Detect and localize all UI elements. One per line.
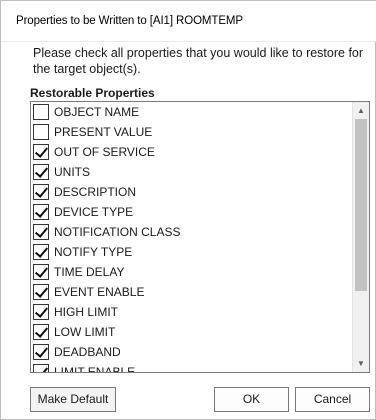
property-label: EVENT ENABLE	[54, 285, 145, 299]
property-row[interactable]: OBJECT NAME	[31, 102, 353, 122]
property-row[interactable]: HIGH LIMIT	[31, 302, 353, 322]
property-checkbox[interactable]	[33, 244, 49, 260]
scroll-down-arrow-icon[interactable]: ▼	[353, 355, 369, 372]
property-checkbox[interactable]	[33, 304, 49, 320]
ok-button[interactable]: OK	[214, 387, 289, 412]
property-label: HIGH LIMIT	[54, 305, 119, 319]
property-checkbox[interactable]	[33, 344, 49, 360]
property-row[interactable]: OUT OF SERVICE	[31, 142, 353, 162]
property-checkbox[interactable]	[33, 144, 49, 160]
property-label: UNITS	[54, 165, 90, 179]
restorable-properties-list[interactable]: OBJECT NAME PRESENT VALUE OUT OF SERVICE UN…	[30, 101, 370, 373]
property-checkbox[interactable]	[33, 204, 49, 220]
property-row[interactable]: DEVICE TYPE	[31, 202, 353, 222]
property-row[interactable]: EVENT ENABLE	[31, 282, 353, 302]
instructions-text: Please check all properties that you wou…	[33, 46, 364, 76]
property-row[interactable]: NOTIFY TYPE	[31, 242, 353, 262]
property-label: NOTIFY TYPE	[54, 245, 133, 259]
property-checkbox[interactable]	[33, 264, 49, 280]
property-label: DEADBAND	[54, 345, 121, 359]
property-label: OBJECT NAME	[54, 105, 140, 119]
property-row[interactable]: NOTIFICATION CLASS	[31, 222, 353, 242]
property-checkbox[interactable]	[33, 284, 49, 300]
property-row[interactable]: LIMIT ENABLE	[31, 362, 353, 373]
property-label: OUT OF SERVICE	[54, 145, 155, 159]
cancel-button[interactable]: Cancel	[295, 387, 370, 412]
property-checkbox[interactable]	[33, 184, 49, 200]
property-label: PRESENT VALUE	[54, 125, 153, 139]
property-row[interactable]: UNITS	[31, 162, 353, 182]
property-row[interactable]: PRESENT VALUE	[31, 122, 353, 142]
property-checkbox[interactable]	[33, 364, 49, 372]
property-row[interactable]: TIME DELAY	[31, 262, 353, 282]
property-row[interactable]: DEADBAND	[31, 342, 353, 362]
property-checkbox[interactable]	[33, 104, 49, 120]
window-title: Properties to be Written to [AI1] ROOMTE…	[16, 15, 243, 27]
scrollbar-thumb[interactable]	[355, 119, 367, 291]
property-checkbox[interactable]	[33, 224, 49, 240]
property-checkbox[interactable]	[33, 124, 49, 140]
property-row[interactable]: DESCRIPTION	[31, 182, 353, 202]
property-row[interactable]: LOW LIMIT	[31, 322, 353, 342]
properties-dialog: Properties to be Written to [AI1] ROOMTE…	[0, 0, 376, 420]
property-label: LIMIT ENABLE	[54, 365, 136, 373]
restorable-properties-label: Restorable Properties	[30, 86, 155, 100]
property-label: NOTIFICATION CLASS	[54, 225, 181, 239]
make-default-button[interactable]: Make Default	[30, 387, 116, 412]
property-label: DESCRIPTION	[54, 185, 137, 199]
list-scrollbar[interactable]: ▲ ▼	[352, 102, 369, 372]
property-label: LOW LIMIT	[54, 325, 116, 339]
title-bar: Properties to be Written to [AI1] ROOMTE…	[1, 1, 376, 41]
property-checkbox[interactable]	[33, 324, 49, 340]
scroll-up-arrow-icon[interactable]: ▲	[353, 102, 369, 119]
title-divider	[1, 41, 376, 42]
property-label: DEVICE TYPE	[54, 205, 134, 219]
property-label: TIME DELAY	[54, 265, 125, 279]
property-checkbox[interactable]	[33, 164, 49, 180]
